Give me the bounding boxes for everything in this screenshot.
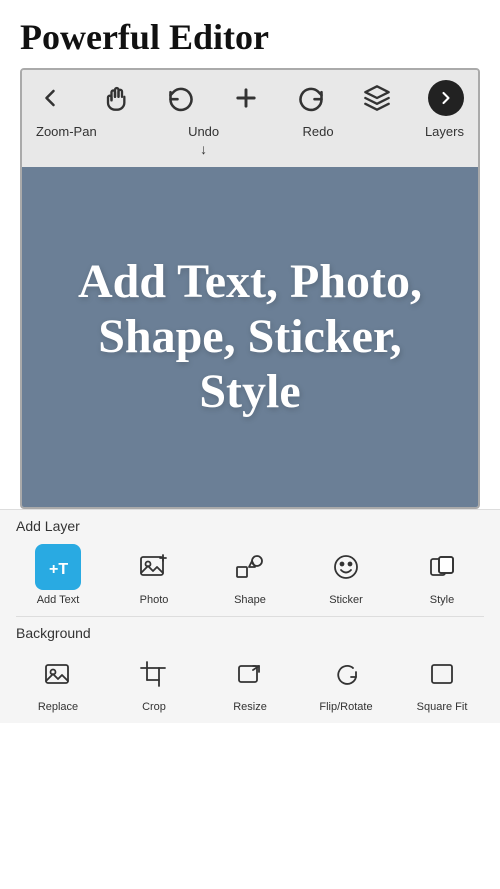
toolbar-labels: Zoom-Pan Undo ↓ Redo Layers [22,124,478,167]
crop-label: Crop [142,701,166,713]
add-layer-section-label: Add Layer [0,510,500,538]
undo-label: Undo [188,124,219,139]
replace-label: Replace [38,701,78,713]
page-header: Powerful Editor [0,0,500,68]
next-button[interactable] [428,80,464,116]
style-icon-box [419,544,465,590]
redo-icon[interactable] [297,84,325,112]
page-title: Powerful Editor [20,17,269,57]
photo-icon-box [131,544,177,590]
sticker-icon-box [323,544,369,590]
style-tool[interactable]: Style [412,544,472,606]
photo-tool[interactable]: Photo [124,544,184,606]
square-fit-tool[interactable]: Square Fit [412,651,472,713]
undo-arrow: ↓ [200,141,207,157]
canvas-main-text: Add Text, Photo, Shape, Sticker, Style [42,254,458,420]
add-layer-tools-row: +T Add Text Photo [0,538,500,616]
shape-label: Shape [234,594,266,606]
add-text-icon-box: +T [35,544,81,590]
shape-icon-box [227,544,273,590]
resize-label: Resize [233,701,267,713]
canvas-area: Add Text, Photo, Shape, Sticker, Style [22,167,478,507]
photo-label: Photo [140,594,169,606]
square-fit-label: Square Fit [417,701,468,713]
layers-icon[interactable] [363,84,391,112]
crop-tool[interactable]: Crop [124,651,184,713]
resize-tool[interactable]: Resize [220,651,280,713]
resize-icon-box [227,651,273,697]
undo-icon[interactable] [167,84,195,112]
zoom-pan-icon[interactable] [101,84,129,112]
svg-text:+T: +T [49,561,68,578]
sticker-tool[interactable]: Sticker [316,544,376,606]
editor-frame: Zoom-Pan Undo ↓ Redo Layers Add Text, Ph… [20,68,480,509]
background-tools-row: Replace Crop [0,645,500,723]
add-icon[interactable] [232,84,260,112]
flip-rotate-tool[interactable]: Flip/Rotate [316,651,376,713]
toolbar [22,70,478,124]
square-fit-icon-box [419,651,465,697]
bottom-panel: Add Layer +T Add Text [0,509,500,723]
background-section-label: Background [0,617,500,645]
back-icon[interactable] [36,84,64,112]
sticker-label: Sticker [329,594,363,606]
toolbar-icons-row [36,80,464,116]
add-text-tool[interactable]: +T Add Text [28,544,88,606]
layers-label: Layers [425,124,464,139]
add-text-label: Add Text [37,594,80,606]
replace-icon-box [35,651,81,697]
zoom-pan-label: Zoom-Pan [36,124,97,139]
redo-label: Redo [303,124,334,139]
flip-rotate-label: Flip/Rotate [319,701,372,713]
shape-tool[interactable]: Shape [220,544,280,606]
toolbar-labels-inner: Zoom-Pan Undo ↓ Redo Layers [36,124,464,157]
flip-rotate-icon-box [323,651,369,697]
crop-icon-box [131,651,177,697]
style-label: Style [430,594,454,606]
replace-tool[interactable]: Replace [28,651,88,713]
